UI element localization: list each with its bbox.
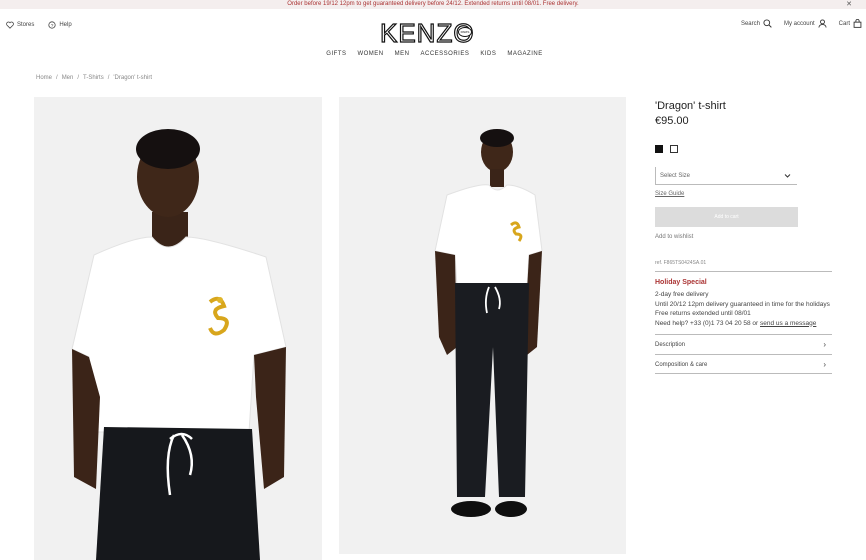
- model-closeup-illustration: [71, 129, 287, 560]
- promo-banner: Order before 19/12 12pm to get guarantee…: [0, 0, 866, 9]
- search-icon: [763, 19, 772, 28]
- holiday-line: Free returns extended until 08/01: [655, 310, 751, 317]
- product-info: 'Dragon' t-shirt €95.00 Select Size Size…: [655, 100, 835, 374]
- size-select-value: Select Size: [660, 173, 691, 179]
- holiday-details: 2-day free delivery Until 20/12 12pm del…: [655, 290, 835, 328]
- accordion-description[interactable]: Description ›: [655, 334, 832, 354]
- bag-icon: [853, 19, 862, 28]
- stores-link[interactable]: Stores: [6, 21, 34, 29]
- nav-item-women[interactable]: WOMEN: [357, 51, 383, 57]
- holiday-line: 2-day free delivery: [655, 291, 709, 298]
- holiday-line: Until 20/12 12pm delivery guaranteed in …: [655, 300, 830, 308]
- holiday-help-text: Need help? +33 (0)1 73 04 20 58 or: [655, 319, 759, 327]
- breadcrumb-separator: /: [56, 75, 58, 81]
- accordion-composition[interactable]: Composition & care ›: [655, 354, 832, 374]
- account-label: My account: [783, 20, 815, 27]
- breadcrumb: Home / Men / T-Shirts / 'Dragon' t-shirt: [36, 75, 152, 81]
- help-label: Help: [59, 22, 72, 28]
- breadcrumb-tshirts[interactable]: T-Shirts: [83, 75, 104, 81]
- size-guide-link[interactable]: Size Guide: [655, 191, 835, 197]
- product-image-closeup[interactable]: [34, 97, 322, 560]
- main-nav: GIFTS WOMEN MEN ACCESSORIES KIDS MAGAZIN…: [0, 51, 866, 57]
- kenzo-logo[interactable]: KENZO PARIS: [379, 16, 486, 48]
- wishlist-link[interactable]: Add to wishlist: [655, 234, 835, 240]
- size-select[interactable]: Select Size: [655, 167, 797, 185]
- utility-links-right: Search My account Cart: [741, 19, 862, 28]
- cart-label: Cart: [838, 20, 850, 27]
- color-swatches: [655, 145, 835, 153]
- nav-item-kids[interactable]: KIDS: [480, 51, 496, 57]
- add-to-cart-button[interactable]: Add to cart: [655, 207, 798, 227]
- user-icon: [818, 19, 827, 28]
- promo-text: Order before 19/12 12pm to get guarantee…: [287, 1, 579, 7]
- search-label: Search: [740, 20, 760, 27]
- accordion-label: Composition & care: [655, 362, 708, 368]
- contact-link[interactable]: send us a message: [760, 320, 816, 327]
- nav-item-magazine[interactable]: MAGAZINE: [507, 51, 542, 57]
- holiday-special: Holiday Special 2-day free delivery Unti…: [655, 279, 835, 328]
- color-swatch-black[interactable]: [655, 145, 663, 153]
- product-title: 'Dragon' t-shirt: [655, 100, 726, 112]
- breadcrumb-home[interactable]: Home: [36, 75, 52, 81]
- utility-links-left: Stores ? Help: [6, 21, 72, 29]
- search-link[interactable]: Search: [741, 19, 772, 28]
- nav-item-gifts[interactable]: GIFTS: [326, 51, 346, 57]
- help-icon: ?: [48, 21, 56, 29]
- close-icon[interactable]: ✕: [846, 0, 852, 9]
- product-reference: ref. F865TS0424SA.01: [655, 260, 832, 272]
- svg-text:?: ?: [51, 23, 54, 29]
- breadcrumb-separator: /: [77, 75, 80, 81]
- chevron-down-icon: [784, 167, 791, 193]
- nav-item-accessories[interactable]: ACCESSORIES: [420, 51, 469, 57]
- chevron-right-icon: ›: [823, 360, 826, 369]
- product-price: €95.00: [655, 115, 689, 127]
- breadcrumb-separator: /: [107, 75, 110, 81]
- holiday-help: Need help? +33 (0)1 73 04 20 58 or send …: [655, 319, 835, 329]
- stores-label: Stores: [17, 22, 35, 28]
- breadcrumb-men[interactable]: Men: [62, 75, 74, 81]
- help-link[interactable]: ? Help: [48, 21, 72, 29]
- breadcrumb-current: 'Dragon' t-shirt: [113, 75, 153, 81]
- cart-link[interactable]: Cart: [839, 19, 862, 28]
- chevron-right-icon: ›: [823, 340, 826, 349]
- accordion-label: Description: [655, 342, 686, 348]
- nav-item-men[interactable]: MEN: [395, 51, 410, 57]
- holiday-title: Holiday Special: [655, 279, 707, 286]
- color-swatch-white[interactable]: [670, 145, 678, 153]
- heart-icon: [6, 21, 14, 29]
- product-image-fullbody[interactable]: [339, 97, 626, 554]
- model-fullbody-illustration: [434, 129, 543, 517]
- account-link[interactable]: My account: [784, 19, 827, 28]
- logo-badge: PARIS: [458, 27, 472, 37]
